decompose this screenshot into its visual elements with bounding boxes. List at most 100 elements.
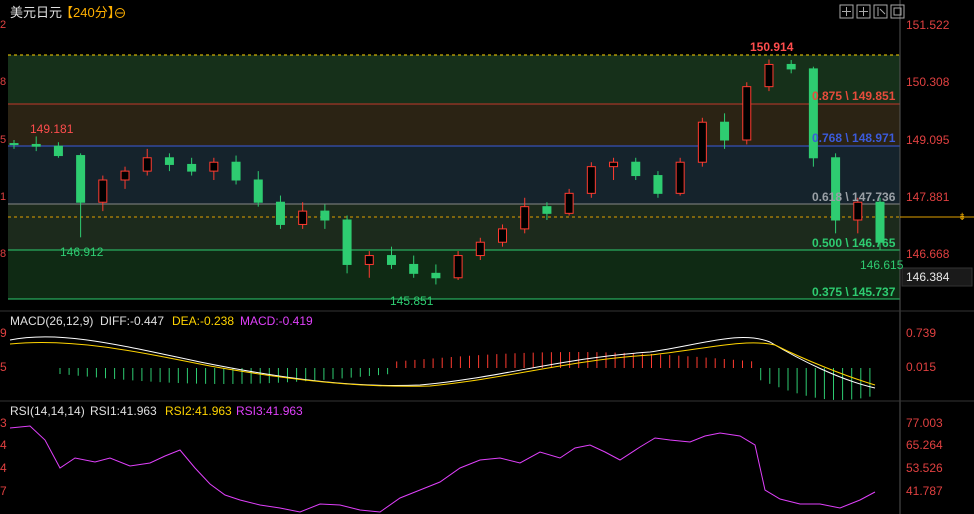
- rsi2-value: RSI2:41.963: [165, 404, 232, 418]
- price-tick: 146.668: [906, 247, 950, 261]
- candle-body: [209, 161, 219, 172]
- candle-body: [453, 255, 463, 279]
- candle-body: [697, 121, 707, 163]
- macd-value: MACD:-0.419: [240, 314, 313, 328]
- candle-body: [164, 157, 174, 165]
- rsi-left-edge: 4: [0, 461, 7, 475]
- candle-body: [631, 161, 641, 177]
- candle-body: [831, 157, 841, 221]
- macd-header: MACD(26,12,9) DIFF:-0.447 DEA:-0.238 MAC…: [10, 314, 313, 328]
- candle-body: [386, 255, 396, 265]
- low-annotation: 145.851: [390, 294, 434, 308]
- high-annotation: 150.914: [750, 40, 794, 54]
- candle: [742, 82, 752, 145]
- candle-body: [364, 255, 374, 265]
- candle: [653, 171, 663, 198]
- price-axis: 151.522 150.308 149.095 147.881 146.668: [906, 18, 950, 261]
- candle-body: [475, 241, 485, 257]
- candle: [342, 215, 352, 274]
- left-edge-labels: 2 8 5 1 8: [0, 19, 6, 260]
- single-pane-icon[interactable]: [873, 4, 888, 19]
- macd-histogram: [59, 352, 871, 400]
- candle: [764, 59, 774, 92]
- candle-body: [53, 145, 63, 157]
- macd-axis-tick: 0.015: [906, 360, 936, 374]
- candle-body: [9, 143, 19, 146]
- candle-body: [342, 219, 352, 265]
- rsi-left-edge: 4: [0, 438, 7, 452]
- rsi-header: RSI(14,14,14) RSI1:41.963 RSI2:41.963 RS…: [10, 404, 303, 418]
- fib-label: 0.500 \ 146.765: [812, 236, 896, 250]
- left-low-annotation: 146.912: [60, 245, 104, 259]
- price-marker-arrow: ⇟: [958, 212, 966, 223]
- candle-body: [542, 206, 552, 214]
- rsi-left-edge: 7: [0, 484, 7, 498]
- candle-body: [231, 161, 241, 181]
- rsi-axis-tick: 53.526: [906, 461, 943, 475]
- left-edge-label: 1: [0, 191, 6, 203]
- left-edge-label: 8: [0, 76, 6, 88]
- zone-618-500: [8, 204, 900, 250]
- candle-body: [786, 63, 796, 70]
- candle: [697, 117, 707, 167]
- rsi-axis-tick: 65.264: [906, 438, 943, 452]
- candle: [586, 162, 596, 198]
- crosshair-icon[interactable]: [839, 4, 854, 19]
- rsi1-value: RSI1:41.963: [90, 404, 157, 418]
- candle-body: [320, 210, 330, 221]
- candle-body: [431, 272, 441, 279]
- macd-diff: DIFF:-0.447: [100, 314, 164, 328]
- candle-body: [609, 161, 619, 168]
- candle-body: [275, 201, 285, 225]
- candle-body: [298, 210, 308, 225]
- candle-body: [253, 179, 263, 203]
- macd-left-edge: 9: [0, 326, 7, 340]
- macd-axis: 0.739 0.015 9 5: [0, 326, 936, 374]
- macd-axis-tick: 0.739: [906, 326, 936, 340]
- price-tick: 151.522: [906, 18, 950, 32]
- candle-body: [31, 143, 41, 147]
- candle-body: [853, 201, 863, 221]
- candle: [675, 157, 685, 196]
- candle-body: [586, 166, 596, 194]
- candle-body: [720, 121, 730, 141]
- rsi-left-edge: 3: [0, 416, 7, 430]
- candle-body: [764, 63, 774, 88]
- rsi-line: [9, 425, 876, 513]
- candle: [453, 251, 463, 280]
- left-edge-label: 5: [0, 134, 6, 146]
- period-label[interactable]: 【240分】: [60, 5, 121, 20]
- macd-dea: DEA:-0.238: [172, 314, 234, 328]
- price-tick: 147.881: [906, 190, 950, 204]
- candle-body: [76, 155, 86, 203]
- left-edge-label: 2: [0, 19, 6, 31]
- split-icon[interactable]: [856, 4, 871, 19]
- left-edge-label: 8: [0, 248, 6, 260]
- rsi-title: RSI(14,14,14): [10, 404, 85, 418]
- candle-body: [675, 161, 685, 194]
- zone-875-768: [8, 104, 900, 146]
- left-high-annotation: 149.181: [30, 122, 74, 136]
- macd-left-edge: 5: [0, 360, 7, 374]
- rsi-axis-tick: 77.003: [906, 416, 943, 430]
- macd-title: MACD(26,12,9): [10, 314, 93, 328]
- expand-icon[interactable]: [890, 4, 905, 19]
- candle-body: [187, 163, 197, 172]
- candle-body: [98, 179, 108, 203]
- candle-body: [120, 170, 130, 181]
- fib-label: 0.875 \ 149.851: [812, 89, 896, 103]
- price-tick: 150.308: [906, 75, 950, 89]
- symbol-title: 美元日元: [10, 5, 62, 20]
- candle-body: [742, 86, 752, 141]
- rsi-axis-tick: 41.787: [906, 484, 943, 498]
- fib-label: 0.375 \ 145.737: [812, 285, 896, 299]
- current-price-label: 146.384: [906, 270, 950, 284]
- rsi-axis: 77.003 65.264 53.526 41.787 3 4 4 7: [0, 416, 943, 498]
- candle-body: [653, 175, 663, 194]
- candle-body: [498, 228, 508, 243]
- candle-body: [409, 263, 419, 274]
- candle: [808, 66, 818, 167]
- candle: [564, 188, 574, 216]
- candle-body: [520, 206, 530, 230]
- right-low-annotation: 146.615: [860, 258, 904, 272]
